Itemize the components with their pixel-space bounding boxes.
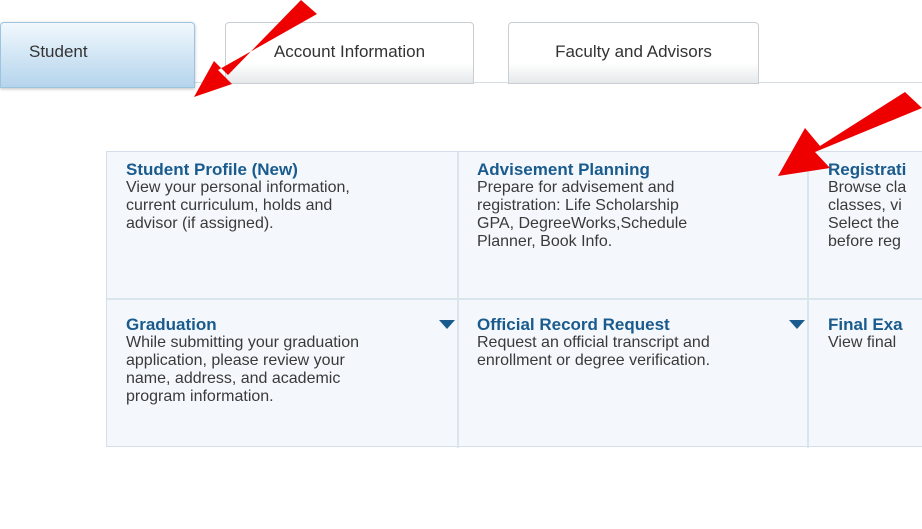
card-graduation[interactable]: Graduation While submitting your graduat…	[107, 300, 457, 448]
card-description-line: program information.	[126, 388, 274, 405]
tab-student-label: Student	[29, 42, 88, 61]
student-card-grid: Student Profile (New) View your personal…	[106, 151, 922, 448]
card-title[interactable]: Advisement Planning	[477, 161, 809, 179]
card-description-line: While submitting your graduation	[126, 334, 360, 351]
card-description-line: advisor (if assigned).	[126, 215, 274, 232]
card-official-record-request[interactable]: Official Record Request Request an offic…	[457, 300, 809, 448]
card-description-line: classes, vi	[828, 197, 902, 214]
tab-account-information-label: Account Information	[273, 42, 426, 61]
card-title[interactable]: Final Exa	[828, 316, 922, 334]
card-title[interactable]: Student Profile (New)	[126, 161, 457, 179]
card-title[interactable]: Registrati	[828, 161, 922, 179]
tab-account-information[interactable]: Account Information	[225, 22, 474, 84]
card-description-line: current curriculum, holds and	[126, 197, 333, 214]
card-description-line: Request an official transcript and	[477, 334, 710, 351]
card-description-line: enrollment or degree verification.	[477, 352, 711, 369]
card-description-line: View final	[828, 334, 897, 351]
card-description-line: Browse cla	[828, 179, 907, 196]
card-title[interactable]: Official Record Request	[477, 316, 809, 334]
tab-faculty-and-advisors[interactable]: Faculty and Advisors	[508, 22, 759, 84]
page: Student Account Information Faculty and …	[0, 0, 922, 529]
tab-student[interactable]: Student	[0, 22, 195, 88]
card-description-line: Planner, Book Info.	[477, 233, 613, 250]
card-description-line: Prepare for advisement and	[477, 179, 675, 196]
caret-down-icon[interactable]	[439, 320, 455, 329]
caret-down-icon[interactable]	[789, 320, 805, 329]
card-description-line: View your personal information,	[126, 179, 350, 196]
card-description-line: Select the	[828, 215, 900, 232]
card-title[interactable]: Graduation	[126, 316, 457, 334]
card-final-exam[interactable]: Final Exa View final	[809, 300, 922, 448]
card-advisement-planning[interactable]: Advisement Planning Prepare for adviseme…	[457, 152, 809, 298]
card-description-line: application, please review your	[126, 352, 345, 369]
card-student-profile[interactable]: Student Profile (New) View your personal…	[107, 152, 457, 298]
card-description-line: name, address, and academic	[126, 370, 341, 387]
card-description-line: registration: Life Scholarship	[477, 197, 679, 214]
card-registration[interactable]: Registrati Browse cla classes, vi Select…	[809, 152, 922, 298]
card-description-line: GPA, DegreeWorks,Schedule	[477, 215, 688, 232]
tab-faculty-and-advisors-label: Faculty and Advisors	[555, 42, 712, 61]
card-description-line: before reg	[828, 233, 901, 250]
